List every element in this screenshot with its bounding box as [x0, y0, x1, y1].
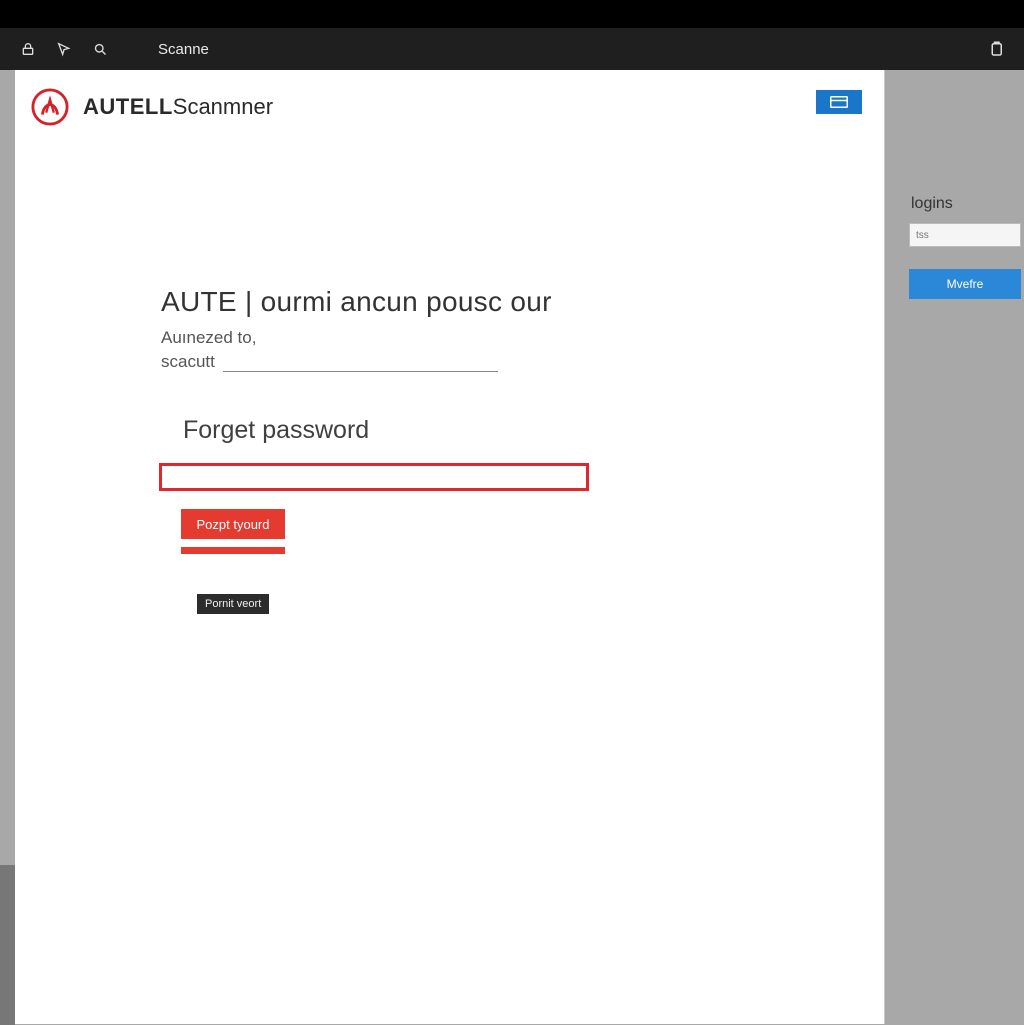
forget-password-button[interactable]: Pozpt tyourd [181, 509, 285, 539]
window-titlebar: Scanne [0, 0, 1024, 70]
logins-title: logins [905, 195, 1024, 213]
subtext-row: scacutt [161, 350, 884, 372]
brand-title: AUTELLScanmner [83, 94, 273, 120]
left-edge-strip [0, 865, 15, 1025]
content-area: AUTE | ourmi ancun pousc our Auınezed to… [15, 136, 884, 614]
card-action-button[interactable] [816, 90, 862, 114]
brand-logo-icon [31, 88, 69, 126]
page-heading: AUTE | ourmi ancun pousc our [161, 286, 884, 318]
inline-input[interactable] [223, 350, 498, 372]
toolbar: Scanne [0, 28, 1024, 70]
main-panel: AUTELLScanmner AUTE | ourmi ancun pousc … [15, 70, 885, 1024]
clipboard-icon[interactable] [978, 31, 1014, 67]
brand-header: AUTELLScanmner [15, 70, 884, 136]
subtext-line-1: Auınezed to, [161, 328, 884, 348]
logins-input[interactable] [909, 223, 1021, 247]
forget-password-title: Forget password [183, 416, 884, 445]
tab-label[interactable]: Scanne [158, 41, 209, 58]
accent-bar [181, 547, 285, 554]
search-icon[interactable] [82, 31, 118, 67]
forget-password-input[interactable] [159, 463, 589, 491]
logins-panel: logins Mvefre [905, 195, 1024, 299]
footer-badge[interactable]: Pornit veort [197, 594, 269, 614]
pointer-icon[interactable] [46, 31, 82, 67]
subtext-line-2: scacutt [161, 352, 215, 372]
lock-icon[interactable] [10, 31, 46, 67]
logins-submit-button[interactable]: Mvefre [909, 269, 1021, 299]
